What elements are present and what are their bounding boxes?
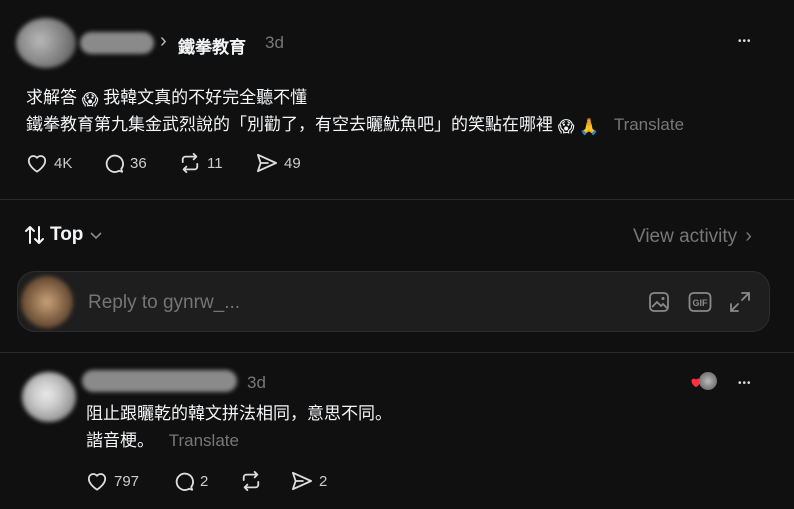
share-icon — [256, 153, 278, 173]
reply-like-button[interactable]: 797 — [86, 471, 139, 491]
reply-text-2: 諧音梗。 — [86, 431, 154, 450]
reply-comment-count: 2 — [200, 472, 209, 490]
reply-input[interactable] — [86, 289, 590, 317]
share-icon — [291, 471, 313, 491]
reply-share-button[interactable]: 2 — [291, 471, 327, 491]
post-time[interactable]: 3d — [265, 33, 284, 53]
reply-comment-button[interactable]: 2 — [173, 471, 208, 491]
post-text-1a: 求解答 — [26, 88, 77, 107]
reply-time[interactable]: 3d — [247, 373, 266, 393]
reply-author-username[interactable] — [82, 370, 237, 392]
view-activity-label: View activity — [633, 225, 738, 247]
post-line-1: 求解答 😱 我韓文真的不好完全聽不懂 — [26, 84, 786, 111]
sort-label: Top — [50, 224, 84, 245]
repost-icon — [179, 153, 201, 173]
reply-author-avatar[interactable] — [22, 372, 76, 422]
reply-line-2: 諧音梗。 Translate — [86, 427, 392, 454]
translate-link[interactable]: Translate — [614, 115, 684, 134]
like-count: 4K — [54, 154, 73, 172]
account-name[interactable]: 鐵拳教育 — [178, 33, 246, 58]
sort-icon — [24, 225, 46, 245]
reply-like-count: 797 — [114, 472, 140, 490]
like-button[interactable]: 4K — [26, 153, 72, 173]
comment-count: 36 — [130, 154, 147, 172]
liked-by-author-badge — [690, 372, 720, 392]
chevron-down-icon — [90, 230, 102, 240]
pray-emoji: 🙏 — [579, 119, 600, 136]
account-avatar-small — [699, 372, 717, 390]
post-body: 求解答 😱 我韓文真的不好完全聽不懂 鐵拳教育第九集金武烈說的「別勸了，有空去曬… — [26, 84, 786, 138]
reply-body: 阻止跟曬乾的韓文拼法相同，意思不同。 諧音梗。 Translate — [86, 400, 392, 454]
divider — [0, 199, 794, 200]
author-username[interactable] — [80, 32, 154, 54]
heart-icon — [26, 153, 48, 173]
chevron-right-icon: › — [745, 225, 752, 247]
reply-repost-button[interactable] — [240, 471, 262, 491]
comment-icon — [103, 153, 124, 173]
divider — [0, 352, 794, 353]
reply-share-count: 2 — [319, 472, 328, 490]
gif-icon[interactable]: GIF — [688, 291, 712, 313]
repost-icon — [240, 471, 262, 491]
more-icon[interactable]: ••• — [738, 36, 752, 47]
view-activity-link[interactable]: View activity › — [633, 225, 752, 248]
post-text-2: 鐵拳教育第九集金武烈說的「別勸了，有空去曬魷魚吧」的笑點在哪裡 — [26, 115, 553, 134]
sort-dropdown[interactable]: Top — [24, 224, 102, 246]
post-text-1b: 我韓文真的不好完全聽不懂 — [103, 88, 308, 107]
repost-count: 11 — [207, 154, 223, 172]
reply-line-1: 阻止跟曬乾的韓文拼法相同，意思不同。 — [86, 404, 392, 423]
svg-text:GIF: GIF — [693, 298, 709, 308]
repost-button[interactable]: 11 — [179, 153, 223, 173]
reply-more-icon[interactable]: ••• — [738, 378, 752, 389]
heart-icon — [86, 471, 108, 491]
author-avatar[interactable] — [16, 18, 76, 68]
comment-button[interactable]: 36 — [103, 153, 147, 173]
share-button[interactable]: 49 — [256, 153, 301, 173]
image-icon[interactable] — [648, 291, 670, 313]
share-count: 49 — [284, 154, 301, 172]
expand-icon[interactable] — [729, 291, 751, 313]
comment-icon — [173, 471, 194, 491]
translate-link[interactable]: Translate — [169, 431, 239, 450]
post-line-2: 鐵拳教育第九集金武烈說的「別勸了，有空去曬魷魚吧」的笑點在哪裡 😱 🙏 Tran… — [26, 111, 786, 138]
scream-emoji: 😱 — [557, 119, 575, 136]
scream-emoji: 😱 — [81, 92, 99, 109]
my-avatar — [21, 276, 73, 328]
breadcrumb-separator: › — [160, 30, 167, 52]
